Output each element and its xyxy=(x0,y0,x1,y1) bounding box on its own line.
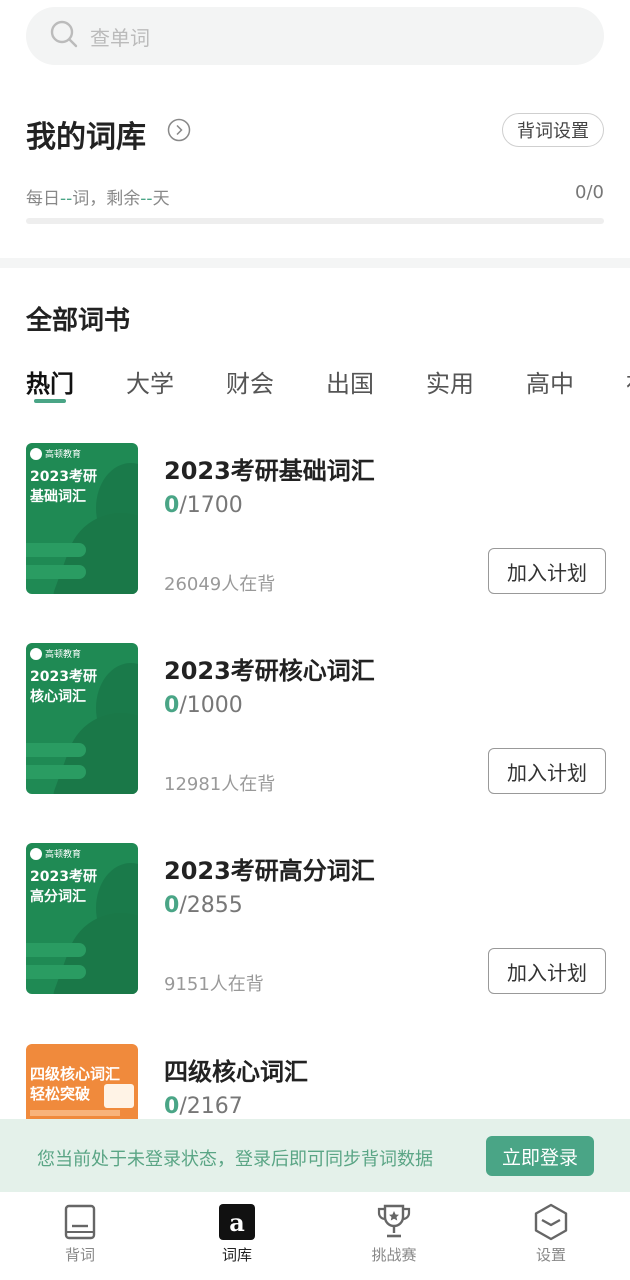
book-progress: 0/2167 xyxy=(164,1094,243,1119)
bottom-nav: 背词 a 词库 挑战赛 设置 xyxy=(0,1192,630,1280)
book-readers: 12981人在背 xyxy=(164,774,276,795)
nav-item-settings[interactable]: 设置 xyxy=(501,1202,601,1265)
login-button[interactable]: 立即登录 xyxy=(486,1136,594,1176)
chevron-right-circle-icon[interactable] xyxy=(167,118,191,146)
tab-study-abroad[interactable]: 出国 xyxy=(326,364,374,399)
book-readers: 9151人在背 xyxy=(164,974,264,995)
book-progress: 0/1700 xyxy=(164,493,243,518)
trophy-icon xyxy=(374,1202,414,1242)
my-library-title[interactable]: 我的词库 xyxy=(26,112,146,156)
search-bar[interactable]: 查单词 xyxy=(26,7,604,65)
search-placeholder: 查单词 xyxy=(90,25,150,50)
svg-text:a: a xyxy=(229,1208,245,1237)
book-item[interactable]: 高顿教育 2023考研 核心词汇 2023考研核心词汇 0/1000 12981人… xyxy=(0,643,630,803)
tab-university[interactable]: 大学 xyxy=(126,364,174,399)
tab-hot[interactable]: 热门 xyxy=(26,364,74,399)
book-title: 2023考研高分词汇 xyxy=(164,857,375,885)
daily-plan-text: 每日--词，剩余--天 xyxy=(26,189,170,209)
category-tabs: 热门 大学 财会 出国 实用 高中 初 xyxy=(26,364,630,412)
tab-high-school[interactable]: 高中 xyxy=(526,364,574,399)
add-to-plan-button[interactable]: 加入计划 xyxy=(488,948,606,994)
tab-junior-high[interactable]: 初 xyxy=(626,364,630,399)
nav-item-library[interactable]: a 词库 xyxy=(187,1202,287,1265)
book-title: 2023考研基础词汇 xyxy=(164,457,375,485)
tab-practical[interactable]: 实用 xyxy=(426,364,474,399)
book-title: 四级核心词汇 xyxy=(164,1058,308,1086)
section-divider xyxy=(0,258,630,268)
nav-item-study[interactable]: 背词 xyxy=(30,1202,130,1265)
book-item[interactable]: 高顿教育 2023考研 高分词汇 2023考研高分词汇 0/2855 9151人在… xyxy=(0,843,630,1003)
book-icon xyxy=(60,1202,100,1242)
login-banner: 您当前处于未登录状态，登录后即可同步背词数据 立即登录 xyxy=(0,1119,630,1192)
book-cover: 高顿教育 2023考研 核心词汇 xyxy=(26,643,138,794)
book-progress: 0/2855 xyxy=(164,893,243,918)
search-icon xyxy=(50,20,78,52)
book-readers: 26049人在背 xyxy=(164,574,276,595)
active-tab-indicator xyxy=(34,399,66,403)
book-cover: 高顿教育 2023考研 高分词汇 xyxy=(26,843,138,994)
library-progress-bar xyxy=(26,218,604,224)
nav-item-challenge[interactable]: 挑战赛 xyxy=(344,1202,444,1265)
library-progress-count: 0/0 xyxy=(575,182,604,203)
letter-a-icon: a xyxy=(217,1202,257,1242)
book-title: 2023考研核心词汇 xyxy=(164,657,375,685)
book-cover: 高顿教育 2023考研 基础词汇 xyxy=(26,443,138,594)
study-settings-button[interactable]: 背词设置 xyxy=(502,113,604,147)
tab-accounting[interactable]: 财会 xyxy=(226,364,274,399)
book-progress: 0/1000 xyxy=(164,693,243,718)
add-to-plan-button[interactable]: 加入计划 xyxy=(488,548,606,594)
login-banner-message: 您当前处于未登录状态，登录后即可同步背词数据 xyxy=(37,1149,433,1170)
book-item[interactable]: 高顿教育 2023考研 基础词汇 2023考研基础词汇 0/1700 26049人… xyxy=(0,443,630,603)
all-books-title: 全部词书 xyxy=(26,306,131,336)
settings-hexagon-icon xyxy=(531,1202,571,1242)
add-to-plan-button[interactable]: 加入计划 xyxy=(488,748,606,794)
